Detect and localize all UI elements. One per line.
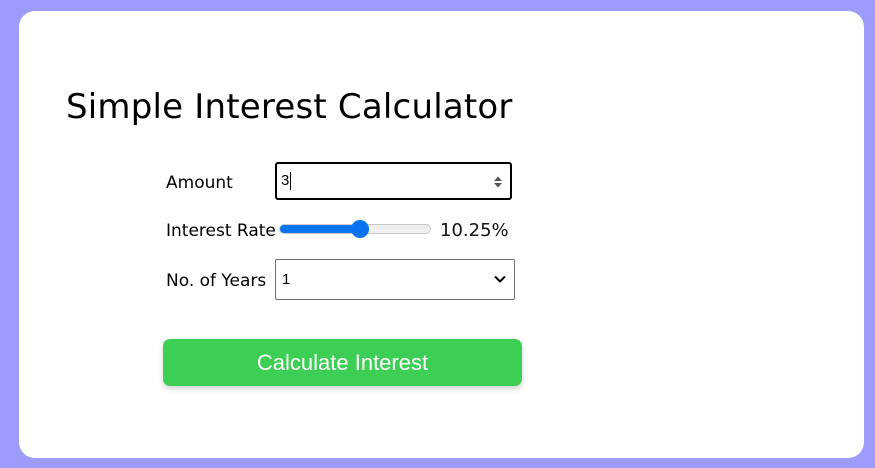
years-selected-value: 1 [282, 271, 291, 288]
page-title: Simple Interest Calculator [66, 87, 513, 127]
spinner-arrows-icon[interactable] [492, 175, 504, 189]
calculate-interest-button[interactable]: Calculate Interest [163, 339, 522, 386]
interest-rate-label: Interest Rate [166, 221, 276, 241]
interest-rate-value: 10.25% [440, 220, 509, 241]
calculator-card: Simple Interest Calculator Amount 3 Inte… [19, 11, 864, 458]
amount-input[interactable]: 3 [275, 162, 512, 200]
years-label: No. of Years [166, 271, 267, 291]
years-select[interactable]: 1 [275, 259, 515, 300]
amount-label: Amount [166, 173, 233, 193]
interest-rate-slider-fill [280, 225, 355, 233]
chevron-down-icon [494, 276, 506, 283]
interest-rate-slider-thumb[interactable] [351, 220, 369, 238]
amount-value: 3 [281, 172, 292, 191]
